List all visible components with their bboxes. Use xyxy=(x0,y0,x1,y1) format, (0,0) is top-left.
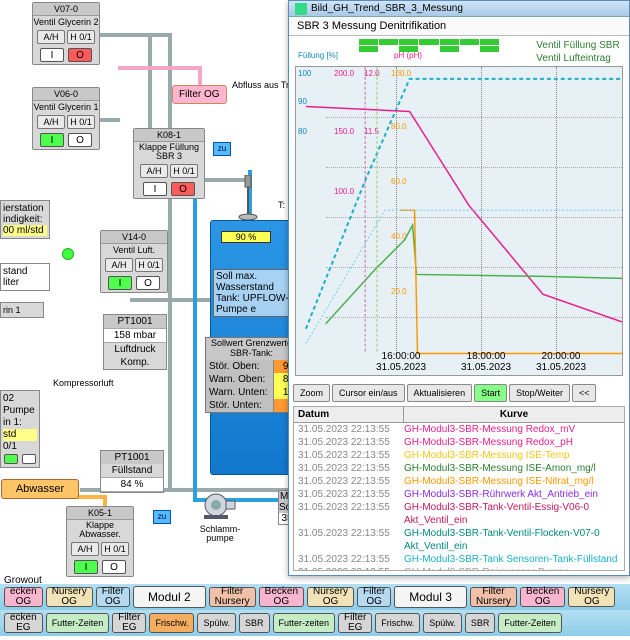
stop-button[interactable]: Stop/Weiter xyxy=(509,384,570,402)
toolbar-chip[interactable]: FilterEG xyxy=(112,613,146,633)
toolbar-chip[interactable]: FilterNursery xyxy=(209,587,256,607)
ah-button[interactable]: A/H xyxy=(37,30,65,44)
akt-button[interactable]: Aktualisieren xyxy=(407,384,473,402)
h01-button[interactable]: H 0/1 xyxy=(67,30,95,44)
status-ind: O xyxy=(68,133,92,147)
kompressor-label: Kompressorluft xyxy=(53,378,114,388)
table-row[interactable]: 31.05.2023 22:13:55GH-Modul3-SBR-Messung… xyxy=(294,449,624,462)
toolbar-chip[interactable]: FilterNursery xyxy=(470,587,517,607)
toolbar-chip[interactable]: Frischw. xyxy=(375,613,420,633)
threshold-box: Sollwert Grenzwerte SBR-Tank: Stör. Oben… xyxy=(205,337,298,413)
toolbar-chip[interactable]: eckenOG xyxy=(4,587,43,607)
toolbar-chip[interactable]: FilterEG xyxy=(338,613,372,633)
klappe-zu-2[interactable]: zu xyxy=(153,510,171,524)
toolbar-chip[interactable]: Spülw. xyxy=(423,613,462,633)
toolbar-chip[interactable]: NurseryOG xyxy=(46,587,93,607)
threshold-row: Warn. Oben:85 xyxy=(206,373,297,386)
toolbar-chip[interactable]: SBR xyxy=(465,613,496,633)
device-v07: V07-0 Ventil Glycerin 2 A/HH 0/1 IO xyxy=(32,2,100,65)
toolbar-chip[interactable]: eckenEG xyxy=(4,613,43,633)
toolbar-chip[interactable]: Futter-Zeiten xyxy=(498,613,562,633)
status-ind: I xyxy=(40,48,64,62)
threshold-row: Stör. Oben:90 xyxy=(206,360,297,373)
abwasser-label: Abwasser xyxy=(1,479,79,499)
device-hdr: V07-0 xyxy=(33,3,99,16)
schlamm-pump-icon xyxy=(198,490,236,520)
table-row[interactable]: 31.05.2023 22:13:55GH-Modul3-SBR-Tank-Ve… xyxy=(294,527,624,553)
ah-button[interactable]: A/H xyxy=(37,115,65,129)
side-rin1: rin 1 xyxy=(0,302,44,318)
table-row[interactable]: 31.05.2023 22:13:55GH-Modul3-SBR-Messung… xyxy=(294,423,624,436)
status-dot xyxy=(62,248,74,260)
trend-titlebar[interactable]: Bild_GH_Trend_SBR_3_Messung xyxy=(289,1,629,17)
window-icon xyxy=(295,3,307,15)
device-v06: V06-0 Ventil Glycerin 1 A/HH 0/1 IO xyxy=(32,87,100,150)
schlamm-label: Schlamm-pumpe xyxy=(197,525,243,543)
table-row[interactable]: 31.05.2023 22:13:55GH-Modul3-SBR-Messung… xyxy=(294,462,624,475)
table-row[interactable]: 31.05.2023 22:13:55GH-Modul3-SBR-Messung… xyxy=(294,436,624,449)
bottom-toolbar-1: eckenOGNurseryOGFilterOGModul 2FilterNur… xyxy=(0,584,630,610)
trend-window: Bild_GH_Trend_SBR_3_Messung SBR 3 Messun… xyxy=(288,0,630,576)
bottom-toolbar-2: eckenEGFutter-ZeitenFilterEGFrischw.Spül… xyxy=(0,610,630,636)
status-ind: I xyxy=(40,133,64,147)
trend-chart[interactable]: 100 90 80 Füllung [%] pH (pH) 200.0 150.… xyxy=(295,66,623,376)
threshold-row: Warn. Unten:10 xyxy=(206,386,297,399)
agitator-icon xyxy=(237,175,259,220)
threshold-row: Stör. Unten:5 xyxy=(206,399,297,412)
zoom-button[interactable]: Zoom xyxy=(293,384,330,402)
cursor-button[interactable]: Cursor ein/aus xyxy=(332,384,405,402)
curve-table: DatumKurve 31.05.2023 22:13:55GH-Modul3-… xyxy=(293,406,625,571)
table-row[interactable]: 31.05.2023 22:13:55GH-Modul3-SBR-Tank-Ve… xyxy=(294,501,624,527)
toolbar-chip[interactable]: FilterOG xyxy=(96,587,130,607)
device-v14: V14-0 Ventil Luft. A/HH 0/1 IO xyxy=(100,230,168,293)
readout-pt1001-fill: PT1001 Füllstand 84 % xyxy=(100,450,164,493)
trend-toolbar: Zoom Cursor ein/aus Aktualisieren Start … xyxy=(293,383,625,403)
toolbar-chip[interactable]: NurseryOG xyxy=(568,587,615,607)
filter-og-button[interactable]: Filter OG xyxy=(172,85,227,104)
side-pumpe: 02Pumpein 1: std0/1 xyxy=(0,390,40,468)
readout-pt1001-pressure: PT1001 158 mbar Luftdruck Komp. xyxy=(103,314,167,370)
klappe-zu-1[interactable]: zu xyxy=(213,142,231,156)
table-row[interactable]: 31.05.2023 22:13:55GH-Modul3-SBR-Tank Se… xyxy=(294,553,624,566)
toolbar-chip[interactable]: BeckenOG xyxy=(520,587,565,607)
toolbar-chip[interactable]: Futter-zeiten xyxy=(273,613,336,633)
status-ind: O xyxy=(68,48,92,62)
toolbar-chip[interactable]: Modul 2 xyxy=(133,586,206,608)
device-k08: K08-1 Klappe Füllung SBR 3 A/HH 0/1 IO xyxy=(133,128,205,199)
toolbar-chip[interactable]: Frischw. xyxy=(149,613,194,633)
toolbar-chip[interactable]: FilterOG xyxy=(357,587,391,607)
table-row[interactable]: 31.05.2023 22:13:55GH-Modul3-SBR-Reinwas… xyxy=(294,566,624,571)
h01-button[interactable]: H 0/1 xyxy=(67,115,95,129)
trend-subtitle: SBR 3 Messung Denitrifikation xyxy=(289,17,629,36)
toolbar-chip[interactable]: Spülw. xyxy=(197,613,236,633)
table-row[interactable]: 31.05.2023 22:13:55GH-Modul3-SBR-Messung… xyxy=(294,475,624,488)
status-strips xyxy=(359,39,499,61)
toolbar-chip[interactable]: Modul 3 xyxy=(394,586,467,608)
legend-item: Ventil Füllung SBR xyxy=(536,39,623,52)
legend-item: Ventil Lufteintrag xyxy=(536,52,623,65)
start-button[interactable]: Start xyxy=(474,384,507,402)
side-stand: stand liter xyxy=(0,263,50,291)
device-k05: K05-1 Klappe Abwasser. A/HH 0/1 IO xyxy=(66,506,134,577)
toolbar-chip[interactable]: Futter-Zeiten xyxy=(46,613,110,633)
plot-svg xyxy=(296,67,622,373)
table-row[interactable]: 31.05.2023 22:13:55GH-Modul3-SBR-Rührwer… xyxy=(294,488,624,501)
tank-pct: 90 % xyxy=(221,231,271,243)
toolbar-chip[interactable]: SBR xyxy=(239,613,270,633)
back-button[interactable]: << xyxy=(572,384,597,402)
toolbar-chip[interactable]: NurseryOG xyxy=(307,587,354,607)
toolbar-chip[interactable]: BeckenOG xyxy=(259,587,304,607)
abfluss-label: Abfluss aus Tr xyxy=(232,80,289,90)
side-station: ierstation indigkeit: 00 ml/std xyxy=(0,200,50,239)
